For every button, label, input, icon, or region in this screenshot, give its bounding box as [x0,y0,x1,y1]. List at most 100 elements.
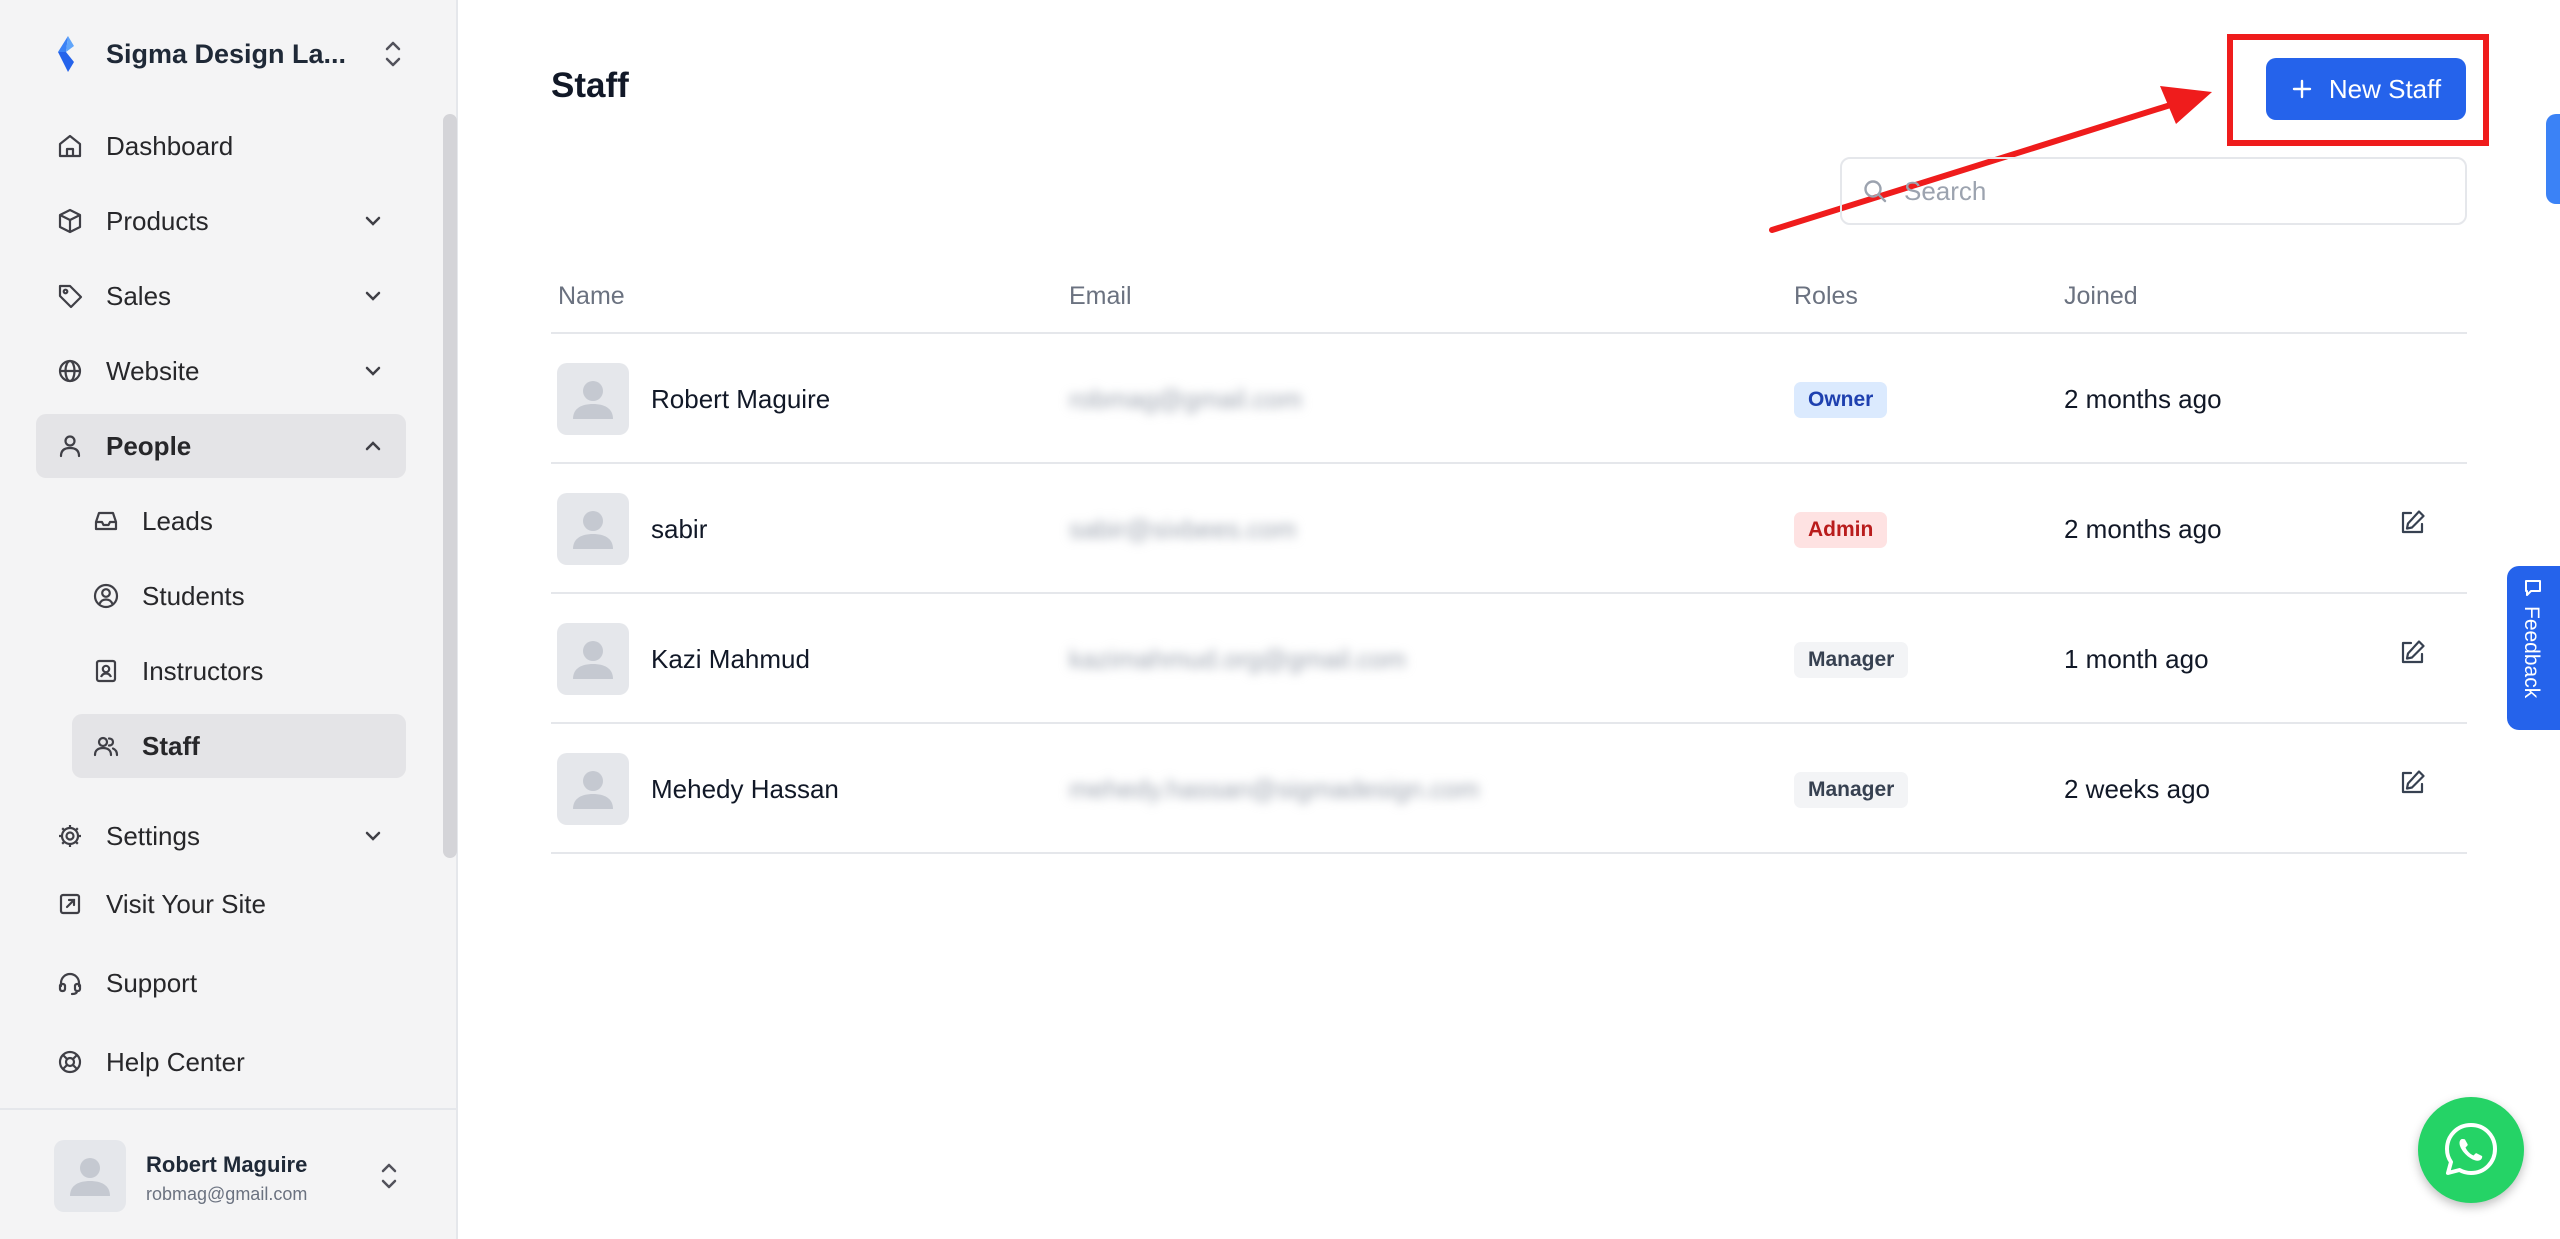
sidebar-item-website[interactable]: Website [36,339,406,403]
staff-email: mehedy.hassan@sigmadesign.com [1069,774,1480,804]
sidebar-item-instructors[interactable]: Instructors [72,639,406,703]
edit-icon[interactable] [2397,638,2427,668]
role-badge: Manager [1794,642,1909,678]
avatar [557,363,629,435]
lifebuoy-icon [58,1050,82,1074]
sidebar-scrollbar[interactable] [443,114,457,858]
tag-icon [58,284,83,309]
sidebar-item-label: Staff [142,730,200,761]
users-icon [93,736,119,757]
sidebar-item-label: Students [142,580,245,611]
sidebar-item-settings[interactable]: Settings [36,804,406,868]
role-badge: Manager [1794,772,1909,808]
sidebar-item-staff[interactable]: Staff [72,714,406,778]
avatar-placeholder-icon [573,381,613,419]
table-row[interactable]: Robert Maguire robmag@gmail.com Owner 2 … [551,334,2467,464]
avatar [54,1140,126,1212]
sidebar-item-visit-site[interactable]: Visit Your Site [36,872,406,936]
sidebar-item-label: Sales [106,280,172,311]
column-header-roles[interactable]: Roles [1794,282,1858,311]
brand-logo-icon [58,36,74,72]
sidebar-item-support[interactable]: Support [36,951,406,1015]
workspace-switcher[interactable]: Sigma Design La... [50,28,406,80]
staff-name: Kazi Mahmud [651,644,810,674]
sidebar-item-label: Visit Your Site [106,888,266,919]
chevron-down-icon [365,831,381,841]
column-header-name[interactable]: Name [558,282,625,311]
joined-date: 2 months ago [2064,384,2222,414]
sidebar-item-people[interactable]: People [36,414,406,478]
sidebar-item-label: Dashboard [106,130,234,161]
chevron-up-icon [365,441,381,451]
headset-icon [58,972,82,996]
sidebar-item-leads[interactable]: Leads [72,489,406,553]
user-circle-icon [93,583,119,609]
chat-bubble-icon [2525,580,2541,596]
gear-icon [59,825,81,847]
sidebar-item-help-center[interactable]: Help Center [36,1030,406,1094]
avatar [557,753,629,825]
whatsapp-icon [2445,1123,2497,1175]
user-name: Robert Maguire [146,1152,308,1177]
sidebar-item-label: Instructors [142,655,264,686]
joined-date: 1 month ago [2064,644,2209,674]
staff-email: sabir@sixbees.com [1069,514,1297,544]
column-header-joined[interactable]: Joined [2064,282,2138,311]
table-row[interactable]: Mehedy Hassan mehedy.hassan@sigmadesign.… [551,724,2467,854]
sidebar-item-label: Support [106,967,198,998]
chevron-down-icon [365,366,381,376]
staff-email: robmag@gmail.com [1069,384,1303,414]
user-email: robmag@gmail.com [146,1184,308,1204]
globe-icon [58,359,82,383]
external-link-icon [59,893,81,915]
sidebar-item-students[interactable]: Students [72,564,406,628]
staff-name: sabir [651,514,708,544]
avatar-placeholder-icon [573,511,613,549]
role-badge: Admin [1794,512,1888,548]
inbox-icon [94,511,118,531]
sidebar-item-dashboard[interactable]: Dashboard [36,114,406,178]
chevron-up-down-icon [381,1163,397,1189]
id-badge-icon [95,659,117,683]
joined-date: 2 weeks ago [2064,774,2210,804]
sidebar: Sigma Design La... Dashboard Products Sa… [0,0,458,1239]
box-icon [58,208,82,234]
table-row[interactable]: sabir sabir@sixbees.com Admin 2 months a… [551,464,2467,594]
chevron-up-down-icon [385,41,401,67]
joined-date: 2 months ago [2064,514,2222,544]
avatar-placeholder-icon [573,771,613,809]
search-field[interactable] [1840,157,2467,225]
user-menu[interactable]: Robert Maguire robmag@gmail.com [0,1108,458,1239]
workspace-name: Sigma Design La... [106,38,347,69]
feedback-tab[interactable]: Feedback [2507,566,2560,730]
sidebar-item-products[interactable]: Products [36,189,406,253]
avatar [557,493,629,565]
staff-email: kazimahmud.org@gmail.com [1069,644,1407,674]
sidebar-item-label: Products [106,205,209,236]
sidebar-item-label: People [106,430,192,461]
edit-icon[interactable] [2397,508,2427,538]
feedback-label: Feedback [2520,606,2543,699]
page-title: Staff [551,66,629,105]
search-input[interactable] [1904,175,2424,207]
role-badge: Owner [1794,382,1888,418]
table-row[interactable]: Kazi Mahmud kazimahmud.org@gmail.com Man… [551,594,2467,724]
whatsapp-chat-button[interactable] [2418,1097,2524,1203]
home-icon [58,134,82,158]
user-icon [59,435,81,458]
annotation-highlight-box [2227,34,2489,146]
column-header-email[interactable]: Email [1069,282,1132,311]
staff-name: Robert Maguire [651,384,831,414]
chevron-down-icon [365,216,381,226]
sidebar-item-sales[interactable]: Sales [36,264,406,328]
side-panel-tab[interactable] [2546,114,2560,204]
sidebar-item-label: Settings [106,820,200,851]
edit-icon[interactable] [2397,768,2427,798]
avatar [557,623,629,695]
chevron-down-icon [365,291,381,301]
search-icon [1864,180,1887,203]
avatar-placeholder-icon [573,641,613,679]
staff-name: Mehedy Hassan [651,774,839,804]
sidebar-item-label: Leads [142,505,213,536]
sidebar-item-label: Help Center [106,1046,245,1077]
